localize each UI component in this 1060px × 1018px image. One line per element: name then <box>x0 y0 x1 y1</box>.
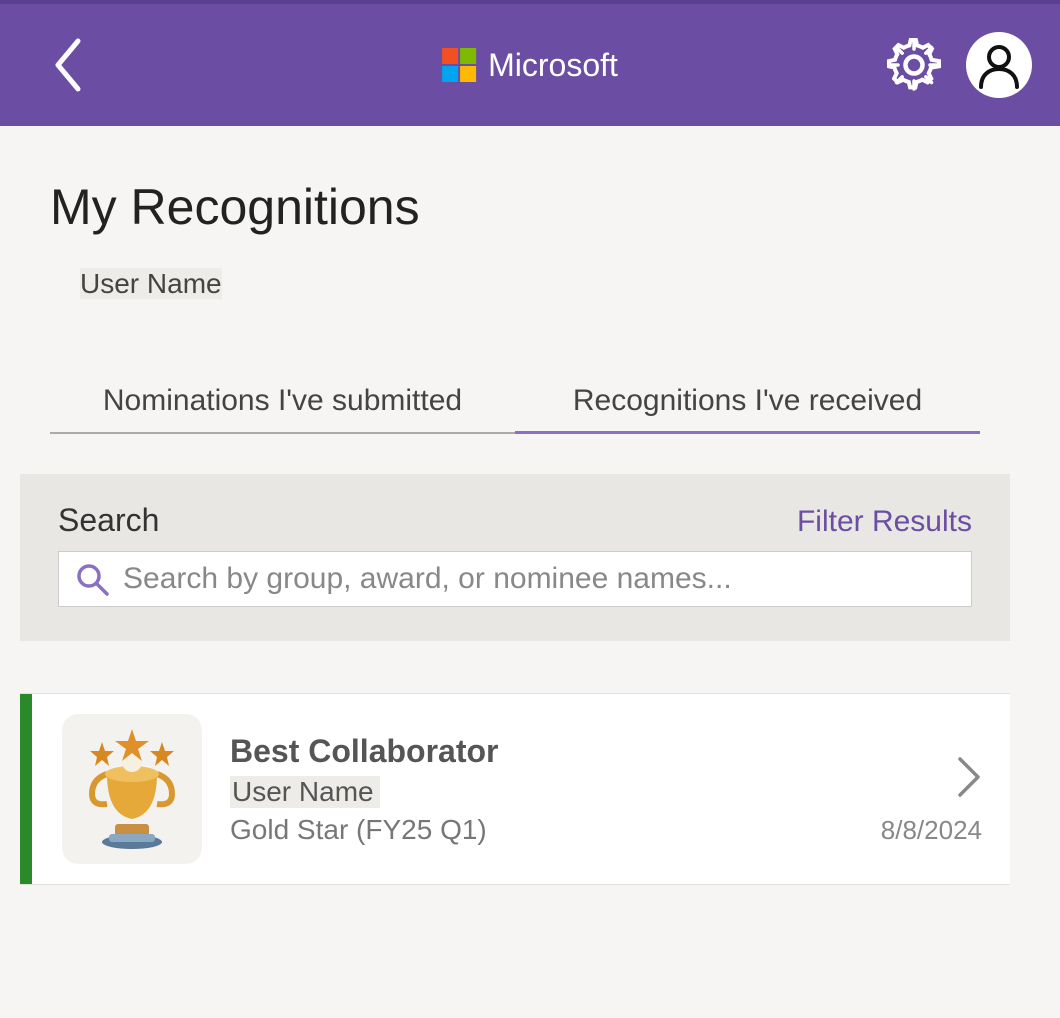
brand-name: Microsoft <box>488 47 618 84</box>
gear-icon <box>886 37 942 93</box>
tab-recognitions-received[interactable]: Recognitions I've received <box>515 370 980 432</box>
header-actions <box>886 32 1032 98</box>
user-name-label: User Name <box>80 268 222 299</box>
tabs: Nominations I've submitted Recognitions … <box>50 370 980 434</box>
search-box[interactable] <box>58 551 972 607</box>
trophy-icon <box>62 714 202 864</box>
search-icon <box>75 562 109 596</box>
chevron-left-icon <box>50 35 86 95</box>
status-stripe <box>20 694 32 884</box>
award-title: Best Collaborator <box>230 733 853 770</box>
page-content: My Recognitions User Name Nominations I'… <box>0 126 1060 885</box>
microsoft-logo-icon <box>442 48 476 82</box>
chevron-right-icon <box>956 755 982 799</box>
search-panel: Search Filter Results <box>20 474 1010 641</box>
award-user: User Name <box>230 776 380 808</box>
award-date: 8/8/2024 <box>881 815 982 846</box>
back-button[interactable] <box>50 35 86 95</box>
avatar-icon <box>966 32 1032 98</box>
settings-button[interactable] <box>886 37 942 93</box>
app-header: Microsoft <box>0 0 1060 126</box>
profile-button[interactable] <box>966 32 1032 98</box>
tab-nominations-submitted[interactable]: Nominations I've submitted <box>50 370 515 432</box>
recognition-card[interactable]: Best Collaborator User Name Gold Star (F… <box>20 693 1010 885</box>
search-label: Search <box>58 502 159 539</box>
search-input[interactable] <box>123 562 955 596</box>
award-group: Gold Star (FY25 Q1) <box>230 814 853 846</box>
filter-results-link[interactable]: Filter Results <box>797 505 972 539</box>
brand-logo-group: Microsoft <box>442 47 618 84</box>
page-title: My Recognitions <box>50 178 1020 236</box>
